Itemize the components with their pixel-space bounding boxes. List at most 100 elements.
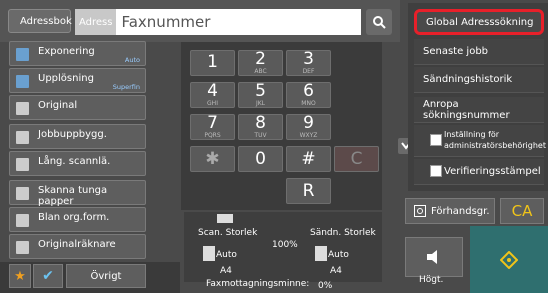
fax-number-placeholder: Faxnummer	[121, 13, 211, 31]
long-scan-button[interactable]: Lång. scannlä.	[9, 151, 146, 176]
exposure-icon	[16, 48, 29, 61]
key-6-digit: 6	[303, 81, 314, 101]
key-3-letters: DEF	[302, 68, 315, 75]
key-6[interactable]: 6 MNO	[286, 82, 331, 108]
key-0-digit: 0	[255, 148, 266, 169]
volume-button[interactable]	[405, 237, 463, 277]
key-hash[interactable]: #	[286, 146, 331, 172]
memory-label: Faxmottagningsminne:	[206, 279, 310, 289]
key-8-digit: 8	[255, 113, 266, 133]
long-scan-icon	[16, 158, 29, 171]
ca-label: CA	[511, 202, 533, 220]
menu-item-global-address-search[interactable]: Global Adresssökning	[414, 9, 544, 35]
key-3[interactable]: 3 DEF	[286, 50, 331, 76]
menu-item-global-address-search-label: Global Adresssökning	[426, 16, 534, 28]
key-redial[interactable]: R	[286, 178, 331, 204]
original-button[interactable]: Original	[9, 95, 146, 120]
search-icon	[373, 16, 386, 29]
original-count-icon	[16, 241, 29, 254]
key-0[interactable]: 0	[238, 146, 283, 172]
job-build-button[interactable]: Jobbuppbygg.	[9, 124, 146, 149]
key-4-letters: GHI	[207, 100, 218, 107]
speaker-icon	[427, 250, 437, 264]
menu-item-verification-stamp[interactable]: Verifieringsstämpel	[414, 159, 544, 185]
resolution-icon	[16, 75, 29, 88]
address-book-label: Adressbok	[20, 15, 72, 27]
verification-stamp-checkbox[interactable]	[430, 165, 442, 177]
memory-value: 0%	[318, 281, 333, 291]
menu-item-admin-setting[interactable]: Inställning för administratörsbehörighet	[414, 125, 546, 157]
preview-label: Förhandsgr.	[431, 205, 490, 217]
star-icon: ★	[14, 268, 26, 284]
resolution-label: Upplösning	[38, 73, 94, 84]
long-scan-label: Lång. scannlä.	[38, 156, 111, 167]
key-9[interactable]: 9 WXYZ	[286, 114, 331, 140]
key-hash-symbol: #	[301, 148, 316, 169]
menu-item-call-search-number[interactable]: Anropa sökningsnummer	[414, 97, 544, 123]
key-5-digit: 5	[255, 81, 266, 101]
scan-size-icon	[217, 214, 233, 223]
ratio-value: 100%	[272, 240, 298, 250]
key-2-letters: ABC	[254, 68, 267, 75]
check-button[interactable]: ✔	[33, 264, 63, 288]
other-label: Övrigt	[90, 270, 122, 282]
original-count-button[interactable]: Originalräknare	[9, 234, 146, 259]
menu-item-recent-jobs-label: Senaste jobb	[423, 46, 489, 57]
menu-item-send-history[interactable]: Sändningshistorik	[414, 67, 544, 93]
menu-item-recent-jobs[interactable]: Senaste jobb	[414, 39, 544, 65]
volume-label: Högt.	[419, 275, 444, 285]
checkmark-icon: ✔	[42, 268, 54, 284]
key-1-digit: 1	[207, 52, 218, 72]
key-2[interactable]: 2 ABC	[238, 50, 283, 76]
key-8-letters: TUV	[254, 132, 267, 139]
job-build-icon	[16, 131, 29, 144]
admin-setting-label: Inställning för administratörsbehörighet	[444, 130, 546, 150]
key-8[interactable]: 8 TUV	[238, 114, 283, 140]
original-icon	[16, 102, 29, 115]
address-prefix: Adress	[75, 9, 117, 35]
key-5[interactable]: 5 JKL	[238, 82, 283, 108]
send-size-label: Sändn. Storlek	[310, 228, 376, 238]
heavy-paper-button[interactable]: Skanna tunga papper	[9, 180, 146, 207]
key-9-letters: WXYZ	[299, 132, 318, 139]
start-button[interactable]	[470, 226, 548, 293]
scan-paper-icon	[203, 246, 215, 261]
scan-auto: Auto	[216, 250, 237, 260]
action-menu: Global Adresssökning Senaste jobb Sändni…	[408, 3, 548, 191]
other-button[interactable]: Övrigt	[66, 264, 146, 288]
start-icon	[500, 250, 518, 269]
exposure-button[interactable]: Exponering Auto	[9, 41, 146, 66]
key-clear[interactable]: C	[334, 146, 379, 172]
verification-stamp-label: Verifieringsstämpel	[444, 166, 541, 177]
search-button[interactable]	[366, 9, 392, 35]
fax-number-field[interactable]: Adress Faxnummer	[75, 9, 361, 35]
original-label: Original	[38, 100, 78, 111]
key-1[interactable]: 1	[190, 50, 235, 76]
key-clear-symbol: C	[350, 148, 363, 169]
ca-button[interactable]: CA	[500, 198, 544, 224]
menu-item-send-history-label: Sändningshistorik	[423, 74, 513, 85]
job-build-label: Jobbuppbygg.	[38, 129, 107, 140]
send-paper-icon	[315, 246, 327, 261]
key-5-letters: JKL	[255, 100, 266, 107]
mixed-size-button[interactable]: Blan org.form.	[9, 207, 146, 232]
address-book-button[interactable]: Adressbok	[8, 9, 72, 33]
favorites-button[interactable]: ★	[9, 264, 31, 288]
scan-size-label: Scan. Storlek	[198, 228, 258, 238]
preview-button[interactable]: Förhandsgr.	[405, 198, 495, 224]
key-7[interactable]: 7 PQRS	[190, 114, 235, 140]
original-count-label: Originalräknare	[38, 239, 116, 250]
key-asterisk[interactable]: ✱	[190, 146, 235, 172]
key-4[interactable]: 4 GHI	[190, 82, 235, 108]
mixed-size-icon	[16, 214, 29, 227]
heavy-paper-label: Skanna tunga papper	[38, 185, 108, 207]
admin-setting-checkbox[interactable]	[430, 134, 442, 146]
key-7-letters: PQRS	[204, 132, 221, 139]
mixed-size-label: Blan org.form.	[38, 212, 110, 223]
exposure-label: Exponering	[38, 46, 95, 57]
scan-paper: A4	[220, 266, 232, 276]
heavy-paper-icon	[16, 187, 29, 200]
key-9-digit: 9	[303, 113, 314, 133]
resolution-button[interactable]: Upplösning Superfin	[9, 68, 146, 93]
preview-icon	[414, 205, 426, 217]
